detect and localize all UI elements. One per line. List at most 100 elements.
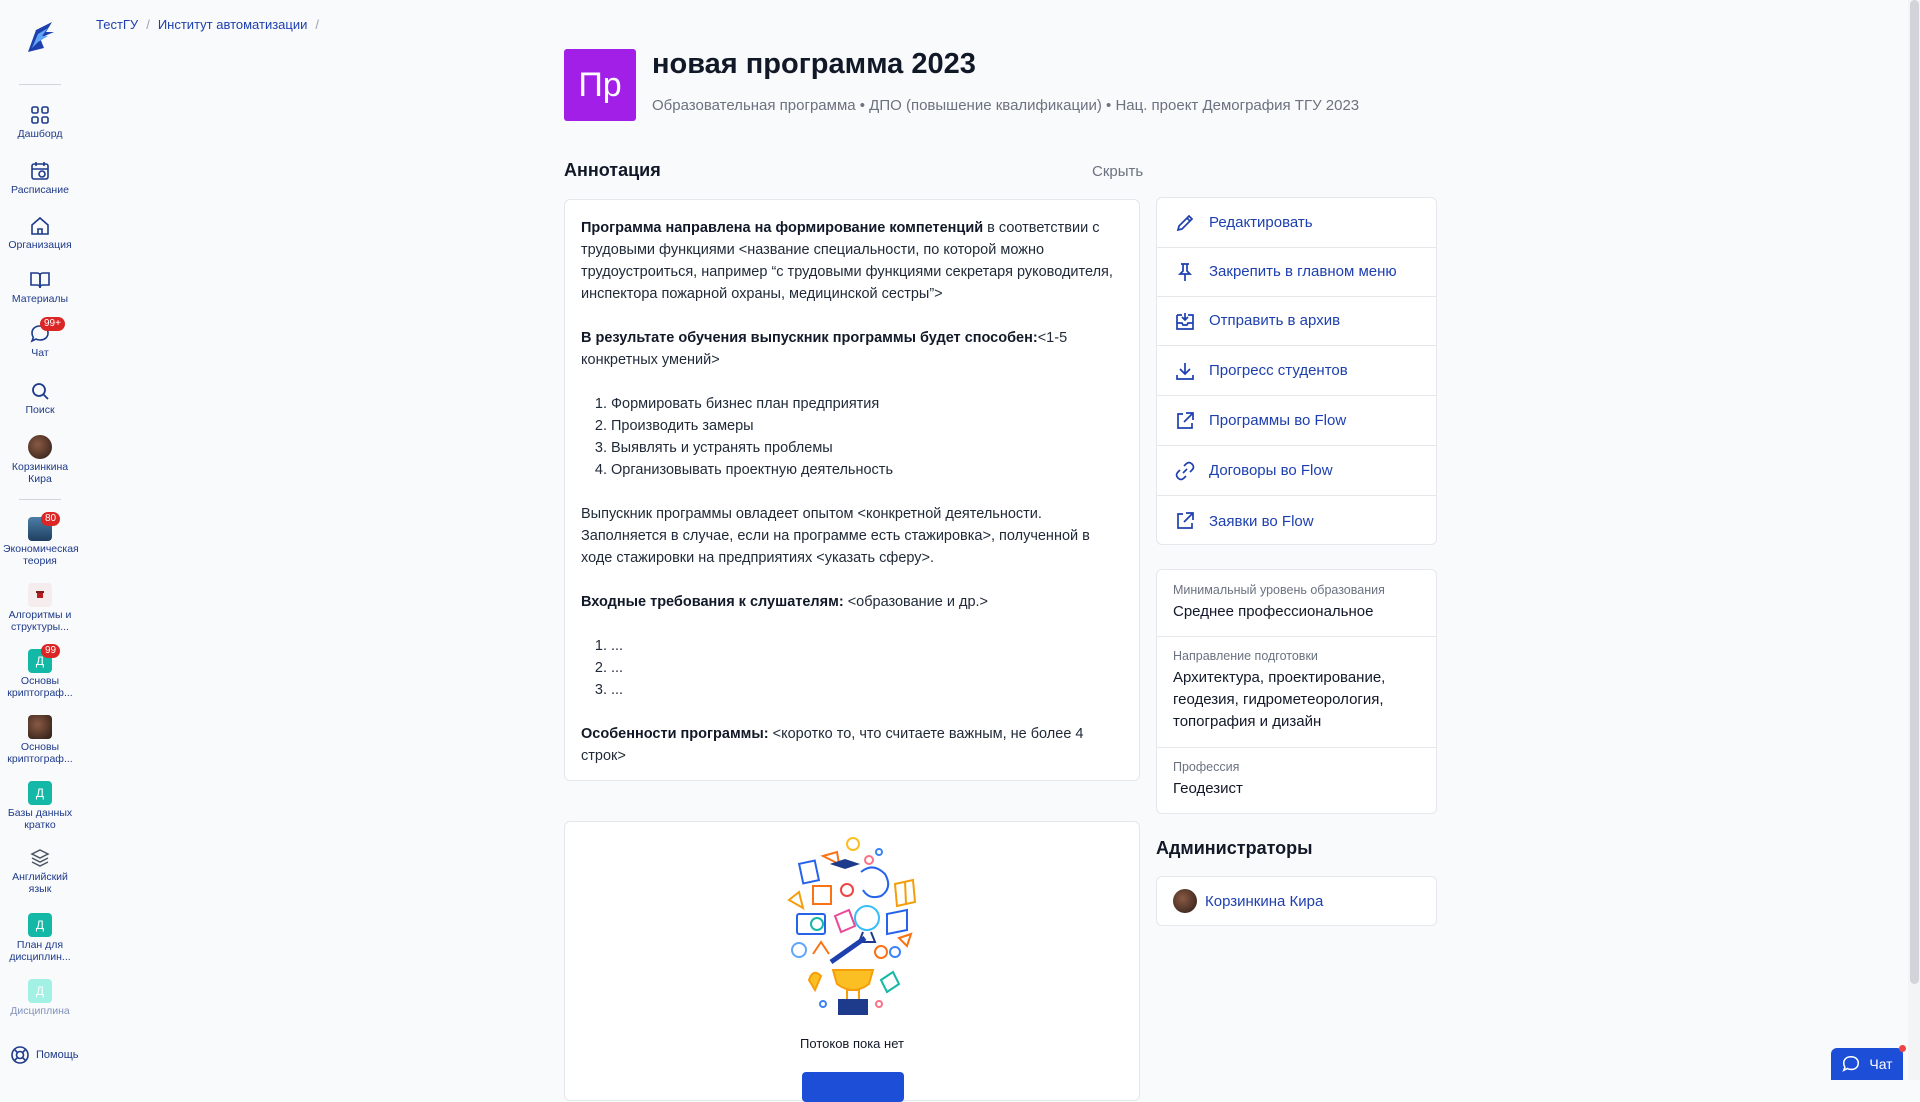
- course-label: План для дисциплин...: [9, 939, 71, 963]
- annotation-paragraph: Особенности программы: <коротко то, что …: [581, 723, 1123, 767]
- archive-action[interactable]: Отправить в архив: [1157, 296, 1436, 346]
- sidebar-item-search[interactable]: Поиск: [0, 380, 80, 417]
- sidebar-item-chat[interactable]: Чат 99+: [0, 317, 80, 360]
- annotation-heading: Аннотация: [564, 160, 661, 180]
- info-label: Минимальный уровень образования: [1173, 583, 1385, 597]
- sidebar-item-organization[interactable]: Организация: [0, 215, 80, 252]
- info-label: Направление подготовки: [1173, 649, 1318, 663]
- unread-badge: 80: [41, 512, 61, 526]
- sidebar-divider: [19, 499, 61, 500]
- scrollbar-thumb[interactable]: [1910, 0, 1919, 984]
- info-row-training-direction: Направление подготовки Архитектура, прое…: [1157, 637, 1436, 748]
- course-letter-icon: Д: [28, 913, 52, 937]
- sidebar-course-crypto-1[interactable]: Д Основы криптограф... 99: [0, 644, 80, 699]
- sidebar-course-plan[interactable]: Д План для дисциплин...: [0, 913, 80, 963]
- breadcrumb-separator: /: [315, 17, 320, 32]
- action-label: Отправить в архив: [1209, 312, 1341, 329]
- list-item: ...: [611, 679, 1123, 701]
- pencil-icon: [1176, 214, 1194, 231]
- sidebar-item-dashboard[interactable]: Дашборд: [0, 104, 80, 141]
- book-icon: [30, 272, 50, 289]
- sidebar-item-label: Материалы: [11, 293, 69, 305]
- skills-list: Формировать бизнес план предприятия Прои…: [581, 393, 1123, 481]
- layers-icon: [30, 849, 50, 867]
- sidebar-course-algorithms[interactable]: Алгоритмы и структуры...: [0, 583, 80, 633]
- sidebar-item-profile[interactable]: Корзинкина Кира: [0, 435, 80, 485]
- programs-flow-action[interactable]: Программы во Flow: [1157, 396, 1436, 446]
- annotation-paragraph: Выпускник программы овладеет опытом <кон…: [581, 506, 1090, 566]
- annotation-bold: В результате обучения выпускник программ…: [581, 330, 1038, 346]
- annotation-paragraph: В результате обучения выпускник программ…: [581, 327, 1123, 371]
- course-thumbnail-icon: [28, 715, 52, 739]
- grid-icon: [31, 106, 49, 124]
- list-item: Организовывать проектную деятельность: [611, 459, 1123, 481]
- download-icon: [1176, 362, 1194, 380]
- breadcrumb-link[interactable]: ТестГУ: [96, 17, 138, 32]
- sidebar-course-economics[interactable]: Экономическая теория 80: [0, 512, 80, 567]
- action-label: Договоры во Flow: [1209, 462, 1333, 479]
- link-icon: [1175, 461, 1195, 480]
- annotation-card: Программа направлена на формирование ком…: [564, 199, 1140, 781]
- external-link-icon: [1177, 512, 1194, 529]
- action-label: Прогресс студентов: [1209, 362, 1348, 379]
- program-avatar: Пр: [564, 49, 636, 121]
- course-label: Дисциплина: [10, 1005, 70, 1017]
- sidebar-course-crypto-2[interactable]: Основы криптограф...: [0, 715, 80, 765]
- admins-heading: Администраторы: [1156, 838, 1313, 858]
- home-icon: [31, 216, 49, 235]
- action-label: Закрепить в главном меню: [1209, 263, 1397, 280]
- sidebar-course-discipline[interactable]: Д Дисциплина: [0, 979, 80, 1018]
- course-label: Основы криптограф...: [7, 741, 73, 765]
- create-flow-button[interactable]: [802, 1072, 904, 1102]
- requirements-list: ... ... ...: [581, 635, 1123, 701]
- contracts-flow-action[interactable]: Договоры во Flow: [1157, 446, 1436, 496]
- info-row-education-level: Минимальный уровень образования Среднее …: [1157, 582, 1436, 637]
- sidebar-divider: [19, 84, 61, 85]
- annotation-bold: Входные требования к слушателям:: [581, 594, 844, 610]
- student-progress-action[interactable]: Прогресс студентов: [1157, 346, 1436, 396]
- info-row-profession: Профессия Геодезист: [1157, 748, 1436, 808]
- action-label: Редактировать: [1209, 214, 1313, 231]
- breadcrumb: ТестГУ / Институт автоматизации /: [96, 17, 319, 32]
- archive-icon: [1176, 312, 1194, 330]
- university-logo-icon[interactable]: [22, 18, 58, 56]
- applications-flow-action[interactable]: Заявки во Flow: [1157, 496, 1436, 546]
- list-item: Формировать бизнес план предприятия: [611, 393, 1123, 415]
- list-item: ...: [611, 635, 1123, 657]
- pin-to-menu-action[interactable]: Закрепить в главном меню: [1157, 247, 1436, 297]
- sidebar-course-english[interactable]: Английский язык: [0, 847, 80, 895]
- empty-state-text: Потоков пока нет: [800, 1036, 904, 1051]
- sidebar-course-databases[interactable]: Д Базы данных кратко: [0, 781, 80, 831]
- info-value: Геодезист: [1173, 780, 1243, 797]
- help-button[interactable]: Помощь: [10, 1045, 79, 1065]
- chat-widget-button[interactable]: Чат: [1831, 1048, 1903, 1080]
- edit-action[interactable]: Редактировать: [1157, 198, 1436, 248]
- hide-annotation-button[interactable]: Скрыть: [1086, 162, 1149, 181]
- pin-icon: [1177, 262, 1193, 281]
- chat-icon: [1842, 1055, 1860, 1072]
- sidebar-item-label: Дашборд: [17, 128, 63, 140]
- notification-dot: [1899, 1045, 1906, 1052]
- course-label: Английский язык: [12, 871, 68, 895]
- course-letter-icon: Д: [28, 781, 52, 805]
- course-label: Основы криптограф...: [7, 675, 73, 699]
- info-value: Архитектура, проектирование, геодезия, г…: [1173, 669, 1386, 730]
- lifebuoy-icon: [11, 1046, 29, 1064]
- info-value: Среднее профессиональное: [1173, 603, 1374, 620]
- annotation-bold: Особенности программы:: [581, 726, 769, 742]
- sidebar: Дашборд Расписание Организация Материалы…: [0, 0, 80, 1080]
- annotation-text: <образование и др.>: [843, 594, 989, 610]
- program-info-card: Минимальный уровень образования Среднее …: [1156, 569, 1437, 814]
- page-title: новая программа 2023: [652, 48, 976, 80]
- sidebar-item-label: Чат: [31, 347, 49, 359]
- list-item: ...: [611, 657, 1123, 679]
- list-item: Производить замеры: [611, 415, 1123, 437]
- sidebar-item-schedule[interactable]: Расписание: [0, 160, 80, 197]
- help-label: Помощь: [36, 1049, 79, 1061]
- unread-badge: 99: [41, 644, 61, 658]
- admin-item[interactable]: Корзинкина Кира: [1156, 876, 1437, 926]
- list-item: Выявлять и устранять проблемы: [611, 437, 1123, 459]
- course-label: Алгоритмы и структуры...: [8, 609, 72, 633]
- sidebar-item-materials[interactable]: Материалы: [0, 269, 80, 306]
- breadcrumb-link[interactable]: Институт автоматизации: [158, 17, 308, 32]
